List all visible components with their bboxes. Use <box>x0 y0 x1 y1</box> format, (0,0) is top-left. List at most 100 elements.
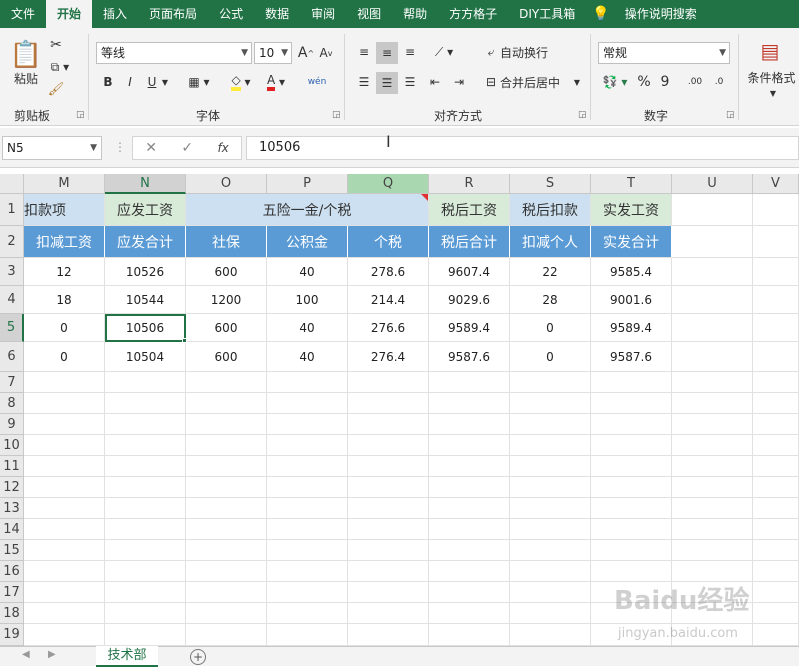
grid-cell[interactable] <box>672 342 753 372</box>
grid-cell[interactable] <box>348 393 429 414</box>
row-header-4[interactable]: 4 <box>0 286 24 314</box>
add-sheet-button[interactable]: + <box>190 649 206 665</box>
paste-icon[interactable]: 📋 <box>8 36 44 74</box>
grid-cell[interactable] <box>186 540 267 561</box>
column-header-R[interactable]: R <box>429 174 510 194</box>
table-cell[interactable]: 1200 <box>186 286 267 314</box>
row-header-15[interactable]: 15 <box>0 540 24 561</box>
row-header-6[interactable]: 6 <box>0 342 24 372</box>
sheet-tab[interactable]: 技术部 <box>96 646 158 667</box>
grid-cell[interactable] <box>672 194 753 226</box>
column-header-P[interactable]: P <box>267 174 348 194</box>
grid-cell[interactable] <box>510 435 591 456</box>
row-header-8[interactable]: 8 <box>0 393 24 414</box>
tab-1[interactable]: 开始 <box>46 0 93 28</box>
grid-cell[interactable] <box>753 226 799 258</box>
grid-cell[interactable] <box>267 582 348 603</box>
increase-indent-icon[interactable]: ⇥ <box>450 72 468 92</box>
grid-cell[interactable] <box>510 540 591 561</box>
row-header-14[interactable]: 14 <box>0 519 24 540</box>
grid-cell[interactable] <box>510 414 591 435</box>
grid-cell[interactable] <box>753 194 799 226</box>
grid-cell[interactable] <box>24 603 105 624</box>
row-header-17[interactable]: 17 <box>0 582 24 603</box>
grid-cell[interactable] <box>24 372 105 393</box>
phonetic-guide-icon[interactable]: wén <box>304 70 330 94</box>
grid-cell[interactable] <box>267 477 348 498</box>
grid-cell[interactable] <box>429 540 510 561</box>
table-cell[interactable]: 40 <box>267 258 348 286</box>
align-bottom-icon[interactable]: ≡ <box>400 42 420 62</box>
grid-cell[interactable] <box>510 603 591 624</box>
grid-cell[interactable] <box>672 226 753 258</box>
row-header-1[interactable]: 1 <box>0 194 24 226</box>
row-header-9[interactable]: 9 <box>0 414 24 435</box>
grid-cell[interactable] <box>591 498 672 519</box>
row-header-19[interactable]: 19 <box>0 624 24 646</box>
tab-10[interactable]: DIY工具箱 <box>508 0 586 28</box>
grid-cell[interactable] <box>429 435 510 456</box>
grid-cell[interactable] <box>105 435 186 456</box>
tab-5[interactable]: 数据 <box>254 0 300 28</box>
grid-cell[interactable] <box>753 456 799 477</box>
align-center-icon[interactable]: ☰ <box>376 72 398 94</box>
increase-font-icon[interactable]: A ^ <box>298 43 314 63</box>
grid-cell[interactable] <box>429 519 510 540</box>
grid-cell[interactable] <box>510 393 591 414</box>
tab-2[interactable]: 插入 <box>92 0 138 28</box>
row-header-18[interactable]: 18 <box>0 603 24 624</box>
align-right-icon[interactable]: ☰ <box>400 72 420 92</box>
spreadsheet-grid[interactable]: M N O P Q R S T U V 1 2 3 4 5 6 7 8 9 10 11 12 13 14 15 16 17 18 19 扣… <box>0 174 799 646</box>
grid-cell[interactable] <box>267 456 348 477</box>
paste-button[interactable]: 粘贴 <box>6 70 46 86</box>
grid-cell[interactable] <box>186 582 267 603</box>
grid-cell[interactable] <box>510 582 591 603</box>
tab-3[interactable]: 页面布局 <box>138 0 208 28</box>
grid-cell[interactable] <box>348 603 429 624</box>
percent-button[interactable]: % <box>636 72 652 92</box>
grid-cell[interactable] <box>753 393 799 414</box>
table-cell[interactable]: 0 <box>24 314 105 342</box>
grid-cell[interactable] <box>753 477 799 498</box>
grid-cell[interactable] <box>186 498 267 519</box>
comma-style-button[interactable]: 9 <box>658 72 672 92</box>
grid-cell[interactable] <box>267 561 348 582</box>
merge-center-button[interactable]: 合并后居中 <box>500 72 572 92</box>
clipboard-launcher-icon[interactable]: ◲ <box>76 110 85 120</box>
grid-cell[interactable] <box>267 624 348 646</box>
grid-cell[interactable] <box>672 519 753 540</box>
grid-cell[interactable] <box>591 372 672 393</box>
grid-cell[interactable] <box>105 582 186 603</box>
grid-cell[interactable] <box>753 561 799 582</box>
column-header-U[interactable]: U <box>672 174 753 194</box>
grid-cell[interactable] <box>24 519 105 540</box>
grid-cell[interactable] <box>429 393 510 414</box>
font-name-select[interactable]: 等线 ▼ <box>96 42 252 64</box>
decrease-indent-icon[interactable]: ⇤ <box>426 72 444 92</box>
grid-cell[interactable] <box>24 582 105 603</box>
table-cell[interactable]: 0 <box>510 314 591 342</box>
grid-cell[interactable] <box>753 603 799 624</box>
grid-cell[interactable] <box>348 372 429 393</box>
table-cell[interactable]: 9607.4 <box>429 258 510 286</box>
grid-cell[interactable] <box>753 624 799 646</box>
table-cell[interactable]: 10504 <box>105 342 186 372</box>
grid-cell[interactable] <box>105 372 186 393</box>
grid-cell[interactable] <box>753 286 799 314</box>
underline-button[interactable]: U <box>144 72 160 92</box>
column-header-S[interactable]: S <box>510 174 591 194</box>
conditional-format-button[interactable]: 条件格式 <box>744 68 799 86</box>
grid-cell[interactable] <box>348 624 429 646</box>
row-header-16[interactable]: 16 <box>0 561 24 582</box>
grid-cell[interactable] <box>429 498 510 519</box>
grid-cell[interactable] <box>267 519 348 540</box>
grid-cell[interactable] <box>105 414 186 435</box>
grid-cell[interactable] <box>429 456 510 477</box>
tab-11[interactable]: 操作说明搜索 <box>614 0 708 28</box>
tab-0[interactable]: 文件 <box>0 0 46 28</box>
comment-indicator-icon[interactable] <box>421 194 428 201</box>
select-all-corner[interactable] <box>0 174 24 194</box>
column-header-N[interactable]: N <box>105 174 186 194</box>
table-cell[interactable]: 28 <box>510 286 591 314</box>
row-header-5[interactable]: 5 <box>0 314 24 342</box>
